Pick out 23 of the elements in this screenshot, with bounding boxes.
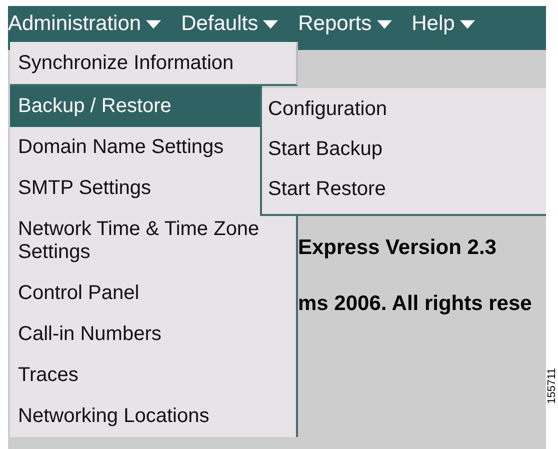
submenu-item[interactable]: Configuration [262,90,546,130]
submenu-item[interactable]: Start Backup [262,130,546,170]
figure-number: 155711 [546,368,558,404]
menu-item[interactable]: Traces [10,355,298,396]
caret-icon [263,20,278,28]
caret-icon [376,20,392,28]
menu-bar-item[interactable]: Help [412,12,475,36]
menu-item[interactable]: Network Time & Time Zone Settings [10,209,298,273]
menu-bar-item[interactable]: Defaults [181,12,278,36]
menu-item[interactable]: Domain Name Settings [10,127,262,168]
menu-item[interactable]: Control Panel [10,273,298,314]
menu-item[interactable]: Backup / Restore [10,86,262,127]
menu-item[interactable]: Call-in Numbers [10,314,298,355]
submenu-item[interactable]: Start Restore [262,170,546,210]
menu-bar-item[interactable]: Administration [8,12,162,36]
menu-bar-item[interactable]: Reports [298,12,392,36]
caret-icon [460,20,475,28]
menu-item[interactable]: SMTP Settings [10,168,262,209]
menu-item[interactable]: Networking Locations [10,396,298,437]
copyright-text: ms 2006. All rights rese [298,292,533,316]
version-text: Express Version 2.3 [298,236,498,260]
caret-icon [146,20,162,28]
menu-item[interactable]: Synchronize Information [10,42,298,86]
